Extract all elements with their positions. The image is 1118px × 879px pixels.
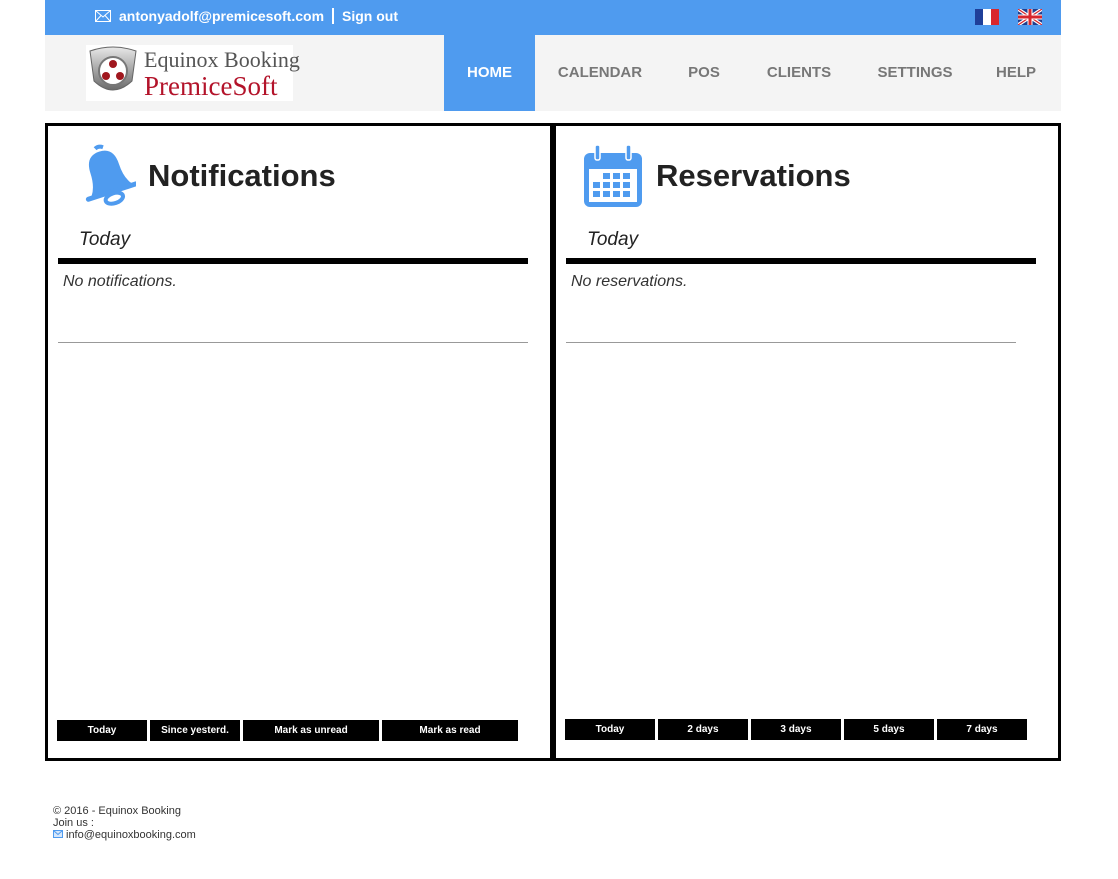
envelope-icon bbox=[53, 830, 63, 838]
logo[interactable]: Equinox Booking PremiceSoft bbox=[86, 45, 300, 101]
notifications-empty-message: No notifications. bbox=[63, 273, 177, 290]
notifications-today-button[interactable]: Today bbox=[57, 720, 147, 741]
header: Equinox Booking PremiceSoft HOME CALENDA… bbox=[45, 35, 1061, 111]
nav-pos[interactable]: POS bbox=[674, 35, 734, 111]
sign-out-link[interactable]: Sign out bbox=[342, 8, 398, 24]
french-flag-icon[interactable] bbox=[975, 9, 999, 25]
nav-settings[interactable]: SETTINGS bbox=[865, 35, 965, 111]
nav-calendar[interactable]: CALENDAR bbox=[544, 35, 656, 111]
reservations-today-button[interactable]: Today bbox=[565, 719, 655, 740]
footer-email-link[interactable]: info@equinoxbooking.com bbox=[66, 829, 196, 841]
logo-text-top: Equinox Booking bbox=[144, 47, 300, 72]
mark-as-unread-button[interactable]: Mark as unread bbox=[243, 720, 379, 741]
notifications-title: Notifications bbox=[148, 158, 336, 193]
reservations-3-days-button[interactable]: 3 days bbox=[751, 719, 841, 740]
user-email[interactable]: antonyadolf@premicesoft.com bbox=[119, 8, 324, 24]
nav-clients[interactable]: CLIENTS bbox=[754, 35, 844, 111]
divider bbox=[58, 258, 528, 264]
envelope-icon bbox=[95, 10, 111, 22]
reservations-period: Today bbox=[587, 229, 639, 250]
divider bbox=[566, 342, 1016, 343]
nav-home[interactable]: HOME bbox=[444, 35, 535, 111]
logo-text-bottom: PremiceSoft bbox=[144, 71, 278, 101]
footer-email-row: info@equinoxbooking.com bbox=[53, 829, 196, 841]
logo-emblem-icon bbox=[89, 46, 137, 91]
separator bbox=[332, 8, 334, 24]
notifications-since-yesterday-button[interactable]: Since yesterd. bbox=[150, 720, 240, 741]
footer: © 2016 - Equinox Booking Join us : info@… bbox=[53, 805, 196, 841]
bell-icon bbox=[85, 144, 136, 206]
reservations-title: Reservations bbox=[656, 158, 851, 193]
reservations-5-days-button[interactable]: 5 days bbox=[844, 719, 934, 740]
mark-as-read-button[interactable]: Mark as read bbox=[382, 720, 518, 741]
footer-join: Join us : bbox=[53, 817, 94, 829]
calendar-icon bbox=[584, 144, 642, 207]
divider bbox=[58, 342, 528, 343]
top-bar: antonyadolf@premicesoft.com Sign out bbox=[45, 0, 1061, 35]
reservations-2-days-button[interactable]: 2 days bbox=[658, 719, 748, 740]
english-flag-icon[interactable] bbox=[1018, 9, 1042, 25]
notifications-panel: Notifications Today No notifications. To… bbox=[45, 123, 553, 761]
reservations-panel: Reservations Today No reservations. Toda… bbox=[553, 123, 1061, 761]
nav-help[interactable]: HELP bbox=[986, 35, 1046, 111]
footer-copyright: © 2016 - Equinox Booking bbox=[53, 805, 181, 817]
notifications-period: Today bbox=[79, 229, 131, 250]
reservations-7-days-button[interactable]: 7 days bbox=[937, 719, 1027, 740]
divider bbox=[566, 258, 1036, 264]
reservations-empty-message: No reservations. bbox=[571, 273, 688, 290]
